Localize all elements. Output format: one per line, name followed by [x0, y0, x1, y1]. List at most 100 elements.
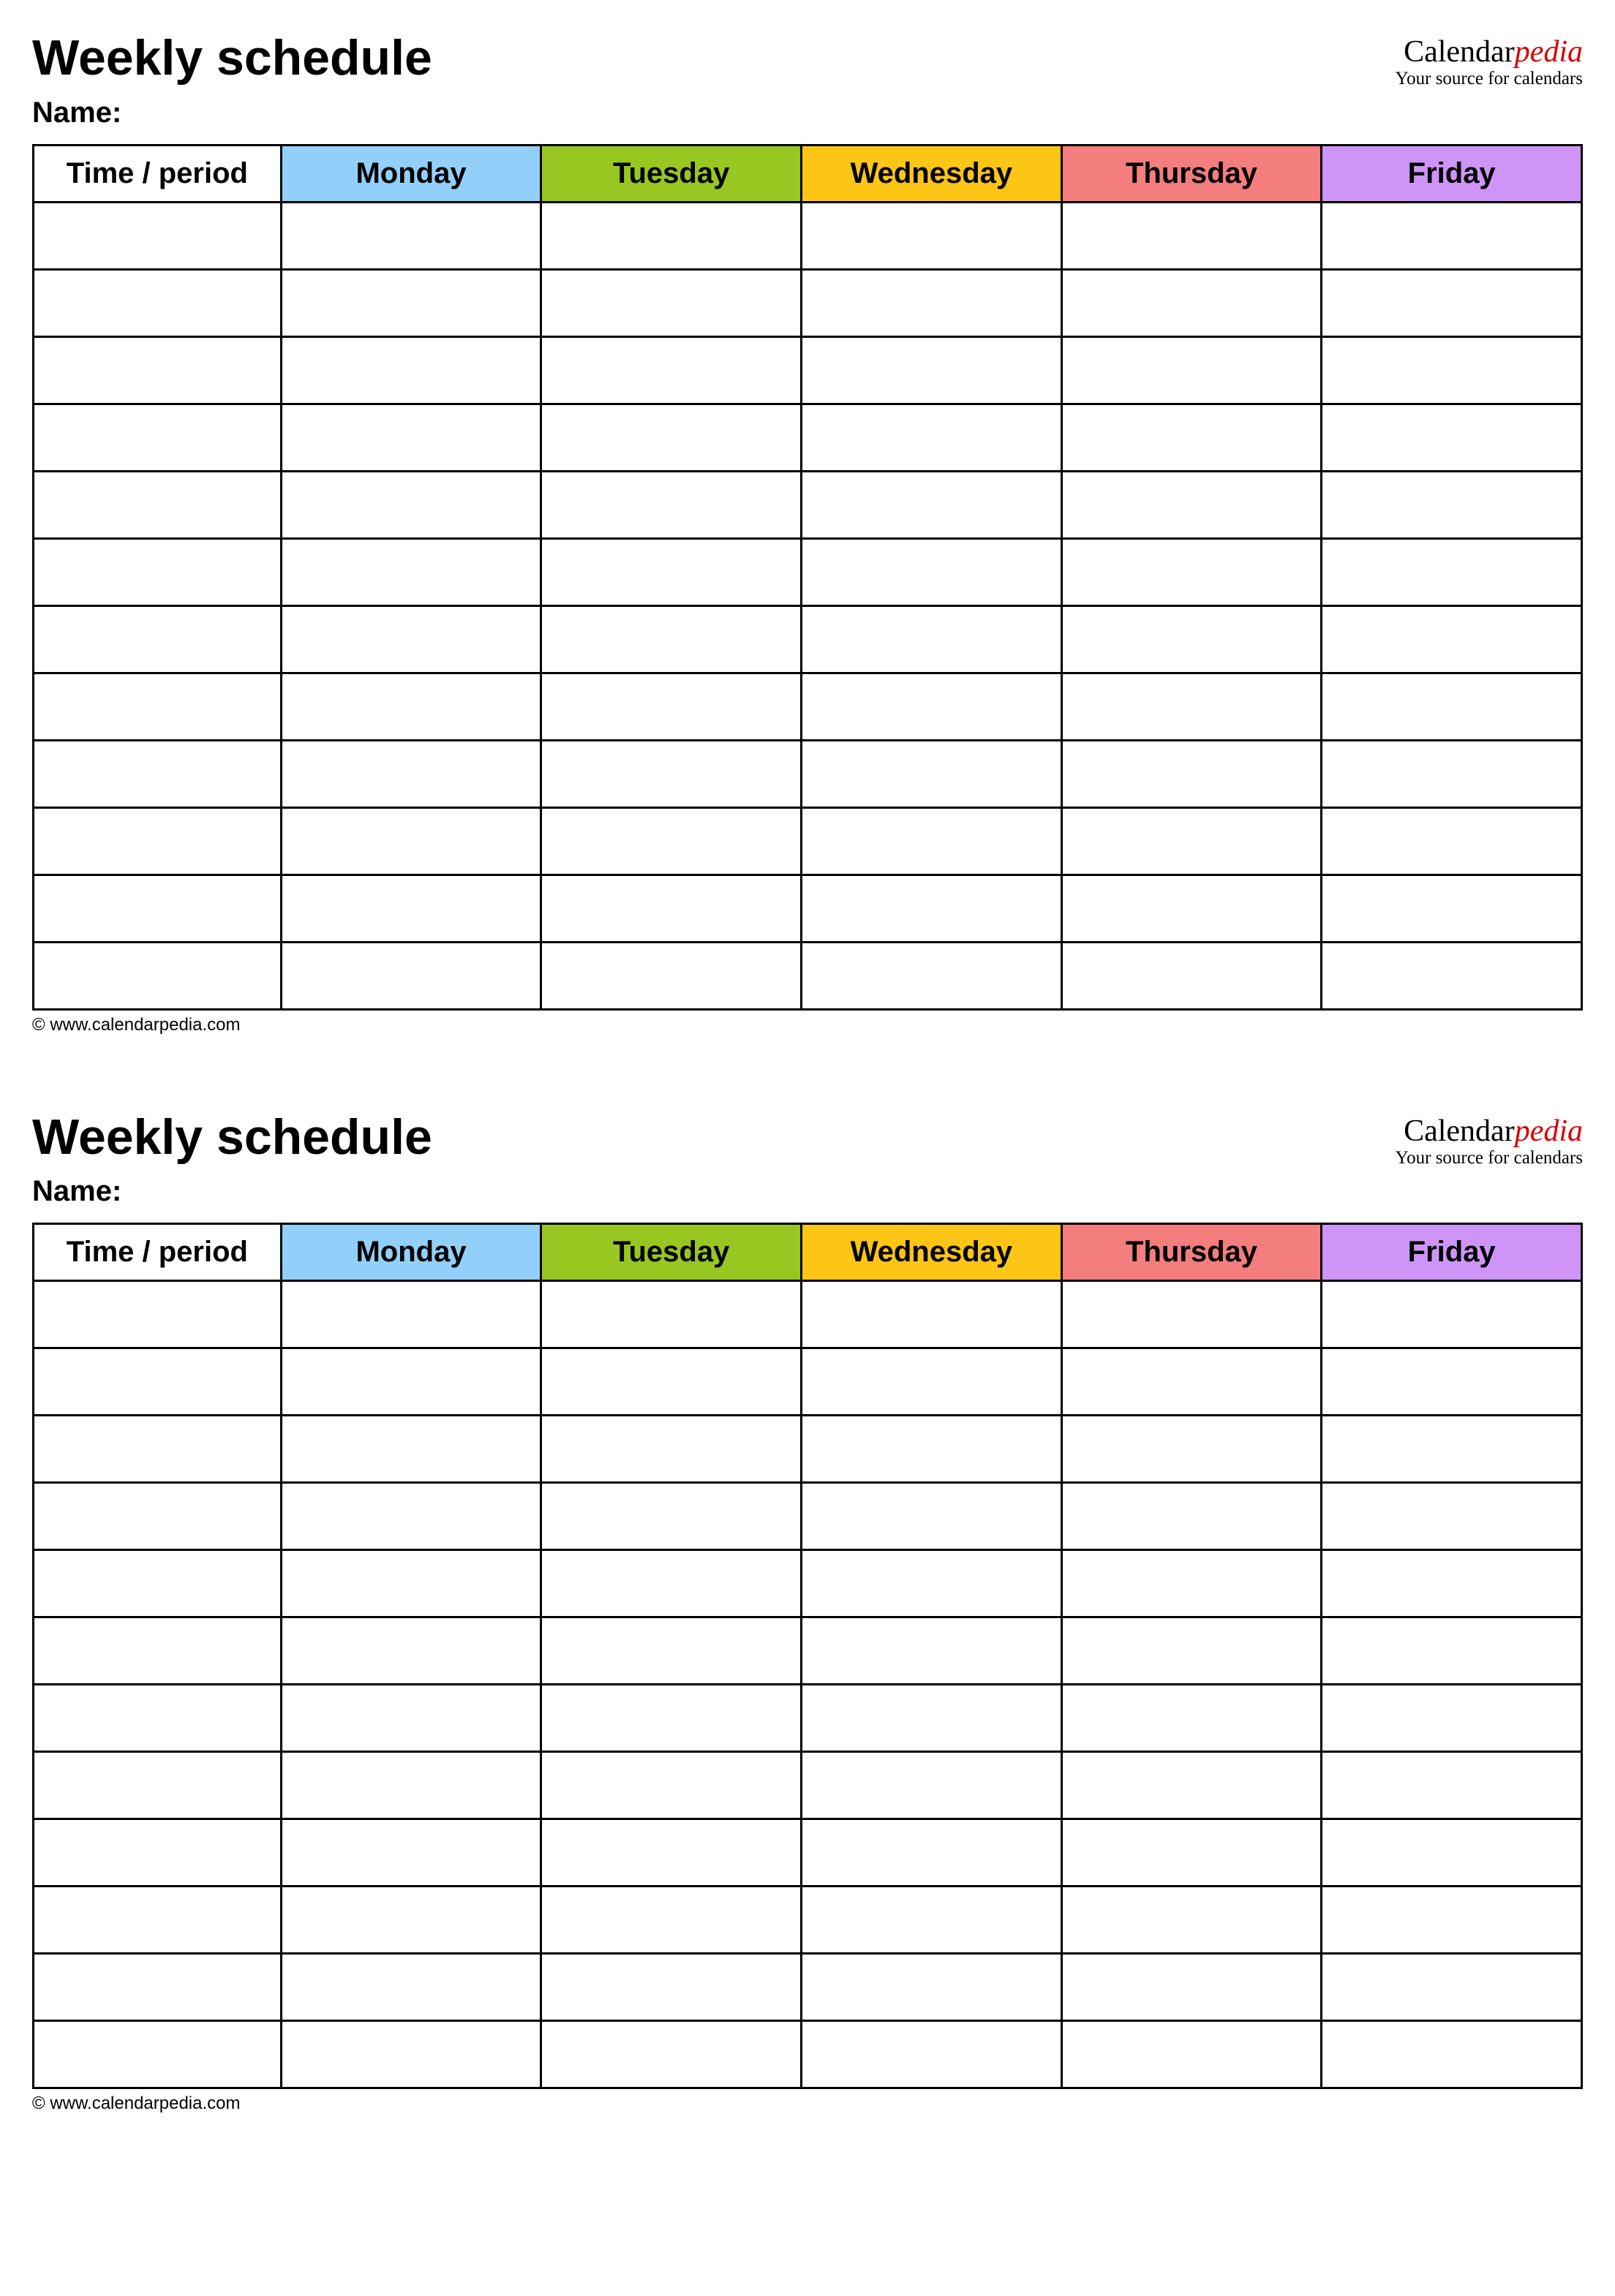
- cell[interactable]: [281, 942, 541, 1009]
- cell[interactable]: [281, 1483, 541, 1550]
- cell[interactable]: [541, 404, 802, 471]
- cell[interactable]: [1322, 1483, 1582, 1550]
- cell[interactable]: [1061, 1550, 1322, 1617]
- cell[interactable]: [1061, 1281, 1322, 1348]
- cell[interactable]: [802, 1617, 1062, 1685]
- cell[interactable]: [802, 538, 1062, 605]
- cell[interactable]: [1061, 269, 1322, 336]
- cell[interactable]: [802, 1887, 1062, 1954]
- cell[interactable]: [34, 269, 282, 336]
- cell[interactable]: [1061, 1617, 1322, 1685]
- cell[interactable]: [281, 875, 541, 942]
- cell[interactable]: [34, 673, 282, 740]
- cell[interactable]: [802, 942, 1062, 1009]
- cell[interactable]: [34, 1281, 282, 1348]
- cell[interactable]: [34, 538, 282, 605]
- cell[interactable]: [34, 404, 282, 471]
- cell[interactable]: [541, 269, 802, 336]
- cell[interactable]: [1322, 336, 1582, 404]
- cell[interactable]: [1322, 2021, 1582, 2088]
- cell[interactable]: [541, 605, 802, 673]
- cell[interactable]: [802, 471, 1062, 538]
- cell[interactable]: [541, 1348, 802, 1416]
- cell[interactable]: [34, 1819, 282, 1887]
- cell[interactable]: [802, 202, 1062, 269]
- cell[interactable]: [1322, 807, 1582, 875]
- cell[interactable]: [541, 740, 802, 807]
- cell[interactable]: [541, 807, 802, 875]
- cell[interactable]: [1322, 1819, 1582, 1887]
- cell[interactable]: [802, 605, 1062, 673]
- cell[interactable]: [34, 1887, 282, 1954]
- cell[interactable]: [802, 807, 1062, 875]
- cell[interactable]: [541, 1483, 802, 1550]
- cell[interactable]: [541, 673, 802, 740]
- cell[interactable]: [34, 1483, 282, 1550]
- cell[interactable]: [802, 1416, 1062, 1483]
- cell[interactable]: [802, 1954, 1062, 2021]
- cell[interactable]: [1322, 1416, 1582, 1483]
- cell[interactable]: [1061, 1483, 1322, 1550]
- cell[interactable]: [281, 1752, 541, 1819]
- cell[interactable]: [1322, 1348, 1582, 1416]
- cell[interactable]: [1322, 1281, 1582, 1348]
- cell[interactable]: [281, 2021, 541, 2088]
- cell[interactable]: [1322, 740, 1582, 807]
- cell[interactable]: [1061, 1752, 1322, 1819]
- cell[interactable]: [802, 875, 1062, 942]
- cell[interactable]: [281, 1416, 541, 1483]
- cell[interactable]: [541, 1550, 802, 1617]
- cell[interactable]: [1061, 1819, 1322, 1887]
- cell[interactable]: [1061, 2021, 1322, 2088]
- cell[interactable]: [281, 202, 541, 269]
- cell[interactable]: [541, 1752, 802, 1819]
- cell[interactable]: [281, 1550, 541, 1617]
- cell[interactable]: [281, 605, 541, 673]
- cell[interactable]: [802, 2021, 1062, 2088]
- cell[interactable]: [1322, 471, 1582, 538]
- cell[interactable]: [802, 1752, 1062, 1819]
- cell[interactable]: [1061, 605, 1322, 673]
- cell[interactable]: [281, 1954, 541, 2021]
- cell[interactable]: [1322, 202, 1582, 269]
- cell[interactable]: [34, 1348, 282, 1416]
- cell[interactable]: [34, 740, 282, 807]
- cell[interactable]: [541, 1954, 802, 2021]
- cell[interactable]: [1061, 1416, 1322, 1483]
- cell[interactable]: [34, 807, 282, 875]
- cell[interactable]: [1322, 269, 1582, 336]
- cell[interactable]: [1061, 942, 1322, 1009]
- cell[interactable]: [1322, 1752, 1582, 1819]
- cell[interactable]: [1061, 202, 1322, 269]
- cell[interactable]: [1322, 875, 1582, 942]
- cell[interactable]: [281, 404, 541, 471]
- cell[interactable]: [802, 1348, 1062, 1416]
- cell[interactable]: [802, 740, 1062, 807]
- cell[interactable]: [1322, 605, 1582, 673]
- cell[interactable]: [1061, 740, 1322, 807]
- cell[interactable]: [1061, 1685, 1322, 1752]
- cell[interactable]: [34, 336, 282, 404]
- cell[interactable]: [541, 202, 802, 269]
- cell[interactable]: [281, 1281, 541, 1348]
- cell[interactable]: [281, 1617, 541, 1685]
- cell[interactable]: [541, 1617, 802, 1685]
- cell[interactable]: [541, 942, 802, 1009]
- cell[interactable]: [802, 1281, 1062, 1348]
- cell[interactable]: [281, 1819, 541, 1887]
- cell[interactable]: [802, 673, 1062, 740]
- cell[interactable]: [281, 1685, 541, 1752]
- cell[interactable]: [34, 875, 282, 942]
- cell[interactable]: [1061, 673, 1322, 740]
- cell[interactable]: [802, 269, 1062, 336]
- cell[interactable]: [541, 471, 802, 538]
- cell[interactable]: [34, 1416, 282, 1483]
- cell[interactable]: [1322, 1685, 1582, 1752]
- cell[interactable]: [541, 1416, 802, 1483]
- cell[interactable]: [541, 1819, 802, 1887]
- cell[interactable]: [1061, 875, 1322, 942]
- cell[interactable]: [1322, 1954, 1582, 2021]
- cell[interactable]: [802, 1685, 1062, 1752]
- cell[interactable]: [1061, 471, 1322, 538]
- cell[interactable]: [1322, 538, 1582, 605]
